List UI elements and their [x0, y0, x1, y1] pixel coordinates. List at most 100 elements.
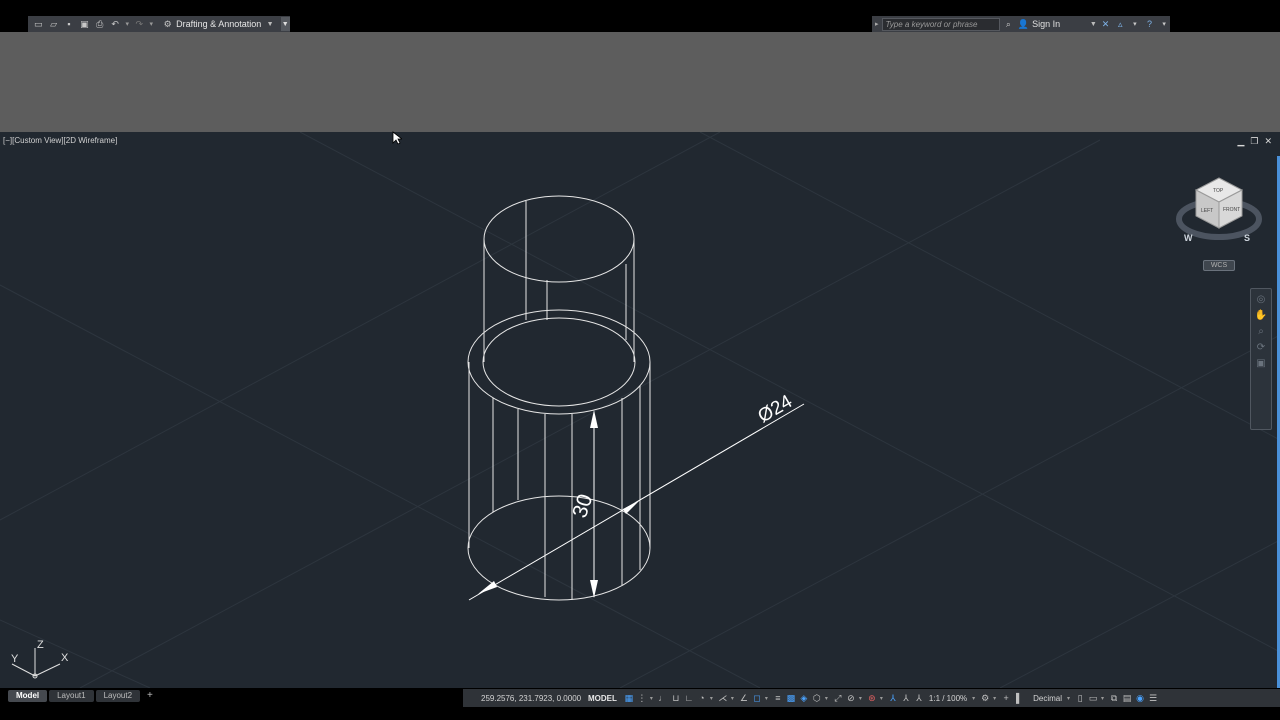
binoculars-icon[interactable]: ⌕: [1003, 19, 1015, 29]
workspace-gear-icon[interactable]: ⚙: [980, 693, 990, 703]
model-space-toggle[interactable]: MODEL: [588, 694, 617, 703]
user-icon: 👤: [1017, 18, 1029, 29]
exchange-apps-icon[interactable]: ✕: [1100, 19, 1112, 29]
grid-line: [299, 132, 1280, 653]
title-bar: ▭ ▱ ▪ ▣ ⎙ ↶ ▾ ↷ ▾ ⚙ Drafting & Annotatio…: [0, 0, 1280, 32]
viewport-controls-label[interactable]: [−][Custom View][2D Wireframe]: [3, 136, 117, 145]
sign-in-button[interactable]: 👤 Sign In ▼: [1017, 19, 1097, 29]
lineweight-icon[interactable]: ≡: [773, 693, 783, 703]
redo-icon[interactable]: ↷: [133, 18, 145, 30]
expand-search-icon[interactable]: ▸: [875, 20, 879, 28]
rim-outer-ellipse[interactable]: [467, 309, 651, 415]
arrow-left-icon: [478, 581, 497, 594]
chevron-down-icon[interactable]: ▾: [1129, 21, 1141, 28]
dynamic-input-icon[interactable]: ⊔: [671, 693, 681, 703]
selection-filter-icon[interactable]: ⊘: [846, 693, 856, 703]
restore-icon[interactable]: ❐: [1250, 136, 1258, 147]
mouse-cursor-icon: [392, 131, 402, 145]
chevron-down-icon[interactable]: ▾: [859, 695, 864, 702]
tab-model[interactable]: Model: [8, 690, 48, 702]
open-icon[interactable]: ▱: [47, 18, 59, 30]
object-snap-icon[interactable]: ◻: [752, 693, 762, 703]
polar-tracking-icon[interactable]: ◔: [697, 693, 707, 703]
ucs-icon[interactable]: Z Y X: [11, 639, 69, 679]
save-as-icon[interactable]: ▣: [78, 18, 90, 30]
height-dimension[interactable]: 30: [568, 410, 598, 598]
grid-line: [0, 132, 721, 521]
status-bar: 259.2576, 231.7923, 0.0000 MODEL ▦ ⋮ ▾ ♩…: [463, 689, 1280, 707]
chevron-down-icon[interactable]: ▾: [825, 695, 830, 702]
isodraft-icon[interactable]: ⋌: [718, 693, 728, 703]
bottom-bar: Model Layout1 Layout2 + 259.2576, 231.79…: [0, 688, 1280, 720]
chevron-down-icon[interactable]: ▾: [710, 695, 715, 702]
grid-icon[interactable]: ▦: [624, 693, 634, 703]
annotation-scale-icon[interactable]: ⅄: [914, 693, 924, 703]
coordinates-readout[interactable]: 259.2576, 231.7923, 0.0000: [481, 694, 585, 703]
new-icon[interactable]: ▭: [32, 18, 44, 30]
steering-wheel-icon[interactable]: ◎: [1257, 295, 1266, 305]
compass-w-label[interactable]: W: [1184, 233, 1193, 243]
gizmo-icon[interactable]: ⊛: [867, 693, 877, 703]
ucs-x-axis: [34, 663, 61, 677]
clean-screen-icon[interactable]: ◉: [1135, 693, 1145, 703]
diameter-dimension[interactable]: Ø24: [468, 391, 805, 601]
customize-qat-icon[interactable]: ▼: [280, 17, 291, 31]
layout-tabs: Model Layout1 Layout2 +: [8, 690, 158, 702]
quick-properties-icon[interactable]: ▯: [1075, 693, 1085, 703]
grid-line: [619, 334, 1280, 688]
undo-dropdown-icon[interactable]: ▾: [124, 20, 130, 28]
isolate-objects-icon[interactable]: ⧉: [1109, 693, 1119, 703]
customize-icon[interactable]: ☰: [1148, 693, 1158, 703]
redo-dropdown-icon[interactable]: ▾: [148, 20, 154, 28]
a360-icon[interactable]: ▵: [1114, 19, 1126, 29]
pan-icon[interactable]: ✋: [1255, 311, 1267, 321]
chevron-down-icon[interactable]: ▾: [880, 695, 885, 702]
plot-icon[interactable]: ⎙: [94, 18, 106, 30]
zoom-icon[interactable]: ⌕: [1258, 327, 1264, 337]
tab-layout1[interactable]: Layout1: [49, 690, 94, 702]
infer-constraints-icon[interactable]: ♩: [658, 693, 668, 703]
add-layout-icon[interactable]: +: [142, 690, 158, 702]
help-dropdown-icon[interactable]: ▾: [1158, 21, 1170, 28]
help-icon[interactable]: ?: [1144, 19, 1156, 29]
workspace-switcher[interactable]: ⚙ Drafting & Annotation ▼: [161, 17, 275, 31]
chevron-down-icon[interactable]: ▾: [731, 695, 736, 702]
selection-cycling-icon[interactable]: ◈: [799, 693, 809, 703]
search-input[interactable]: [881, 17, 1000, 31]
chevron-down-icon[interactable]: ▾: [1101, 695, 1106, 702]
annotation-monitor-icon[interactable]: +: [1001, 693, 1011, 703]
rim-inner-ellipse[interactable]: [482, 317, 636, 407]
save-icon[interactable]: ▪: [63, 18, 75, 30]
arrow-up-icon: [590, 410, 598, 428]
units-icon[interactable]: ▌: [1014, 693, 1024, 703]
ortho-icon[interactable]: ∟: [684, 693, 694, 703]
undo-icon[interactable]: ↶: [109, 18, 121, 30]
viewcube[interactable]: TOP LEFT FRONT W S: [1176, 177, 1262, 243]
annotation-scale-dropdown[interactable]: 1:1 / 100%: [929, 694, 967, 703]
wcs-menu-button[interactable]: WCS: [1203, 260, 1235, 271]
orbit-icon[interactable]: ⟳: [1257, 343, 1265, 353]
drawing-canvas[interactable]: 30 Ø24 Z Y X TOP LEFT FRONT W S: [0, 132, 1280, 688]
chevron-down-icon[interactable]: ▾: [1067, 695, 1072, 702]
close-icon[interactable]: ✕: [1264, 136, 1272, 147]
3d-osnap-icon[interactable]: ⬡: [812, 693, 822, 703]
dynamic-ucs-icon[interactable]: ⤢: [833, 693, 843, 703]
units-dropdown[interactable]: Decimal: [1033, 694, 1062, 703]
chevron-down-icon[interactable]: ▾: [972, 695, 977, 702]
compass-s-label[interactable]: S: [1244, 233, 1250, 243]
transparency-icon[interactable]: ▩: [786, 693, 796, 703]
auto-scale-icon[interactable]: ⅄: [901, 693, 911, 703]
lock-ui-icon[interactable]: ▭: [1088, 693, 1098, 703]
snap-icon[interactable]: ⋮: [637, 693, 647, 703]
tab-layout2[interactable]: Layout2: [95, 690, 141, 702]
object-snap-tracking-icon[interactable]: ∠: [739, 693, 749, 703]
chevron-down-icon[interactable]: ▾: [765, 695, 770, 702]
annotation-visibility-icon[interactable]: ⅄: [888, 693, 898, 703]
chevron-down-icon[interactable]: ▾: [650, 695, 655, 702]
minimize-icon[interactable]: ▁: [1237, 136, 1244, 147]
cylinder-drawing[interactable]: [467, 195, 651, 601]
showmotion-icon[interactable]: ▣: [1256, 359, 1265, 369]
graphics-performance-icon[interactable]: ▤: [1122, 693, 1132, 703]
drawing-viewport[interactable]: 30 Ø24 Z Y X TOP LEFT FRONT W S [−][Cust…: [0, 132, 1280, 688]
chevron-down-icon[interactable]: ▾: [993, 695, 998, 702]
